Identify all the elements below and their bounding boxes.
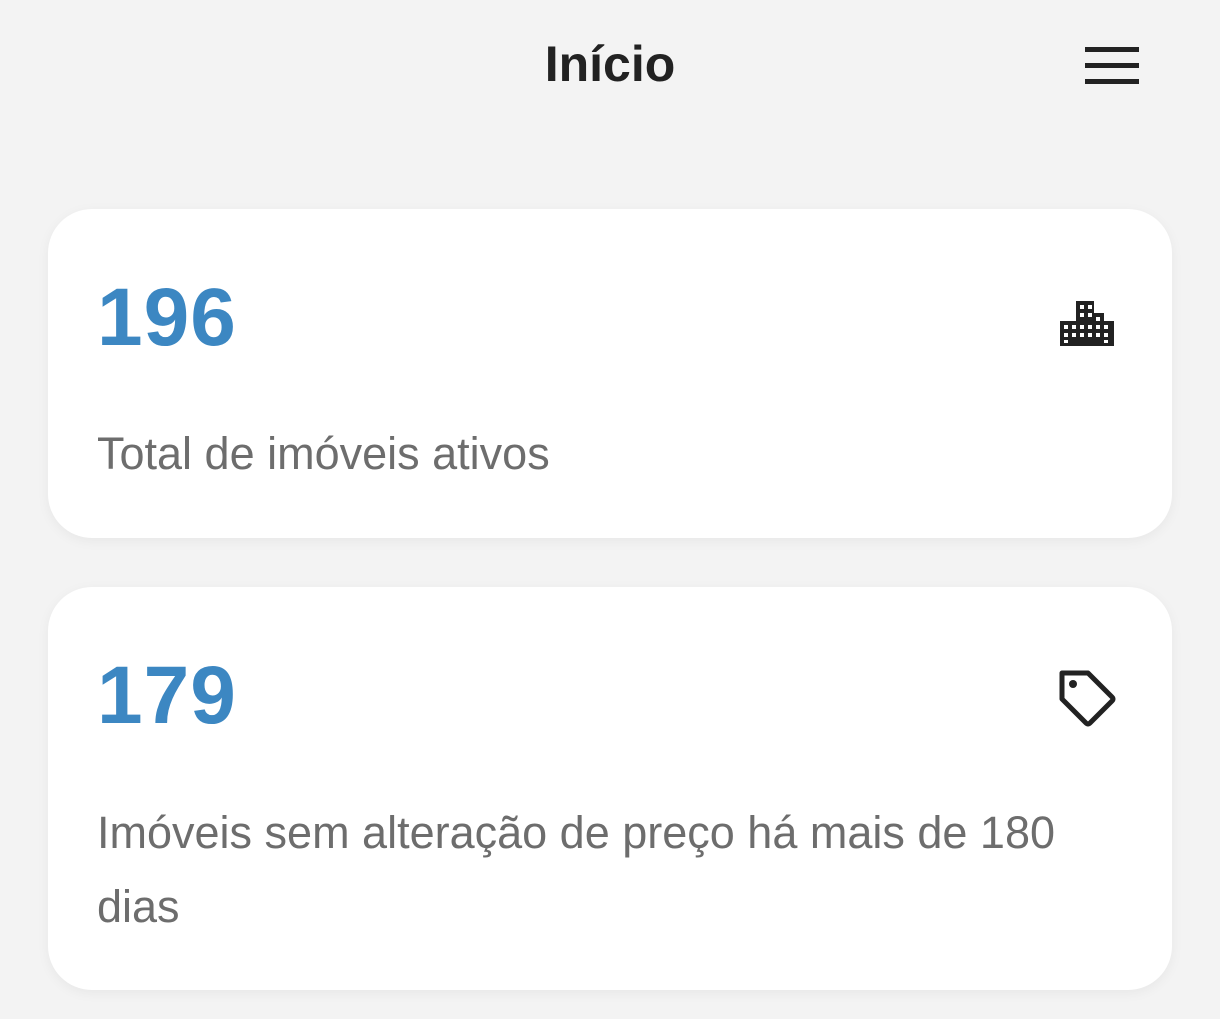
stat-label: Total de imóveis ativos [97,428,550,479]
stat-value: 179 [97,650,237,741]
building-icon [1056,289,1120,353]
stat-card-stale-prices[interactable]: 179 Imóveis sem alteração de preço há ma… [48,587,1172,990]
hamburger-menu-icon [1085,47,1139,84]
menu-button[interactable] [1076,38,1148,94]
stat-card-active-properties[interactable]: 196 Total de imóveis ativos [48,209,1172,538]
page-title: Início [544,36,676,92]
price-tag-icon [1054,665,1118,729]
stat-value: 196 [97,272,237,363]
stat-label: Imóveis sem alteração de preço há mais d… [97,807,1056,932]
app-header: Início [0,0,1220,130]
